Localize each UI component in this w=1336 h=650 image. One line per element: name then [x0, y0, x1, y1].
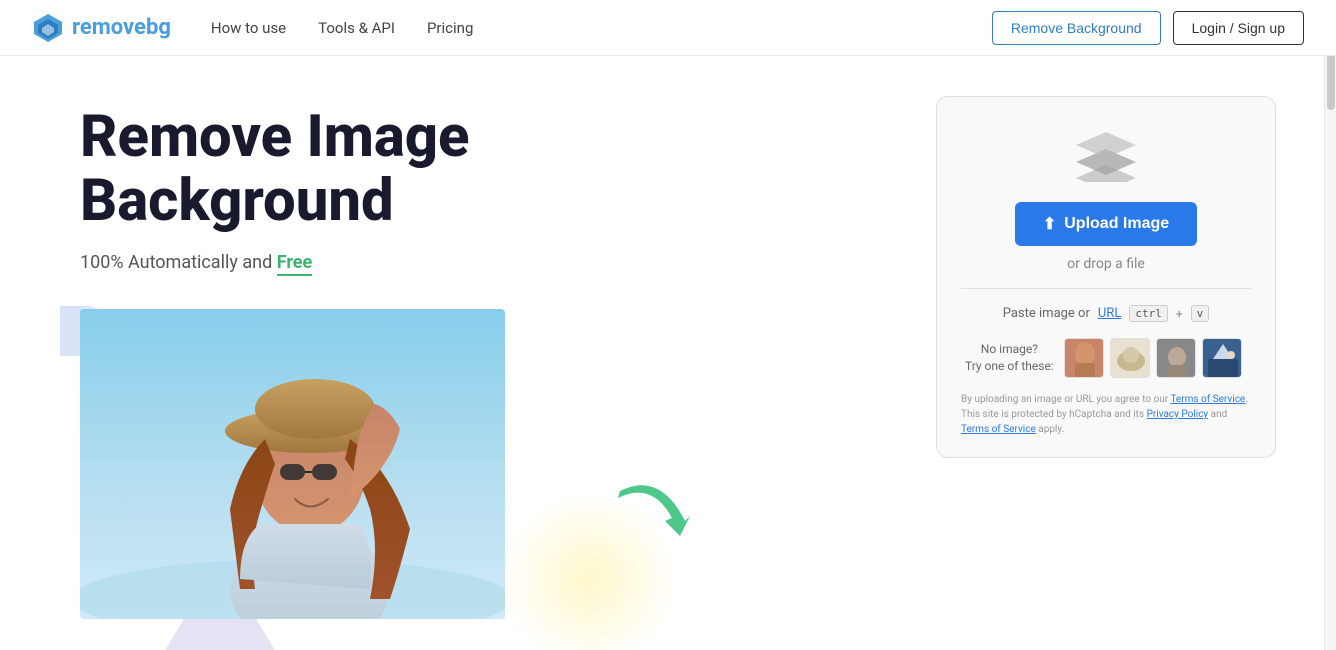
terms-of-service-link[interactable]: Terms of Service	[1170, 394, 1245, 405]
hero-title: Remove Image Background	[80, 106, 876, 234]
divider	[961, 288, 1251, 289]
arrow-area	[610, 476, 700, 560]
upload-image-button[interactable]: ⬆ Upload Image	[1015, 202, 1197, 246]
layers-icon	[1071, 127, 1141, 182]
paste-label: Paste image or	[1003, 306, 1090, 321]
left-side: Remove Image Background 100% Automatical…	[80, 106, 876, 619]
sample-thumb-4[interactable]	[1202, 338, 1242, 378]
main-content: Remove Image Background 100% Automatical…	[0, 56, 1336, 650]
sample-thumb-1[interactable]	[1064, 338, 1104, 378]
logo-icon	[32, 12, 64, 44]
upload-btn-label: Upload Image	[1064, 215, 1169, 233]
sample-images	[1064, 338, 1242, 378]
nav-right: Remove Background Login / Sign up	[992, 11, 1304, 45]
sample-thumb-2[interactable]	[1110, 338, 1150, 378]
hero-photo-svg	[80, 309, 505, 619]
green-arrow	[610, 476, 700, 556]
hero-subtitle: 100% Automatically and Free	[80, 252, 876, 273]
terms-link-2[interactable]: Terms of Service	[961, 424, 1036, 435]
nav-how-to-use[interactable]: How to use	[211, 19, 286, 37]
upload-icon: ⬆	[1043, 214, 1056, 234]
logo[interactable]: removebg	[32, 12, 171, 44]
nav-pricing[interactable]: Pricing	[427, 19, 473, 37]
remove-background-button[interactable]: Remove Background	[992, 11, 1161, 45]
v-key: v	[1191, 305, 1210, 322]
terms-text: By uploading an image or URL you agree t…	[961, 392, 1251, 437]
right-side: ⬆ Upload Image or drop a file Paste imag…	[936, 96, 1276, 458]
image-area	[80, 309, 510, 619]
sample-thumb-3[interactable]	[1156, 338, 1196, 378]
navbar: removebg How to use Tools & API Pricing …	[0, 0, 1336, 56]
free-label: Free	[277, 252, 313, 276]
hero-photo	[80, 309, 505, 619]
try-section: No image? Try one of these:	[961, 338, 1251, 378]
plus-label: +	[1176, 307, 1183, 321]
scrollbar[interactable]	[1324, 0, 1336, 650]
nav-links: How to use Tools & API Pricing	[211, 19, 473, 37]
drop-text: or drop a file	[961, 256, 1251, 272]
logo-text: removebg	[72, 15, 171, 40]
try-text: No image? Try one of these:	[965, 341, 1054, 375]
login-signup-button[interactable]: Login / Sign up	[1173, 11, 1304, 45]
paste-row: Paste image or URL ctrl + v	[961, 305, 1251, 322]
nav-tools-api[interactable]: Tools & API	[318, 19, 395, 37]
layers-svg	[1071, 127, 1141, 182]
upload-box: ⬆ Upload Image or drop a file Paste imag…	[936, 96, 1276, 458]
url-link[interactable]: URL	[1098, 306, 1121, 321]
nav-left: removebg How to use Tools & API Pricing	[32, 12, 473, 44]
ctrl-key: ctrl	[1129, 305, 1168, 322]
privacy-policy-link[interactable]: Privacy Policy	[1147, 409, 1209, 420]
